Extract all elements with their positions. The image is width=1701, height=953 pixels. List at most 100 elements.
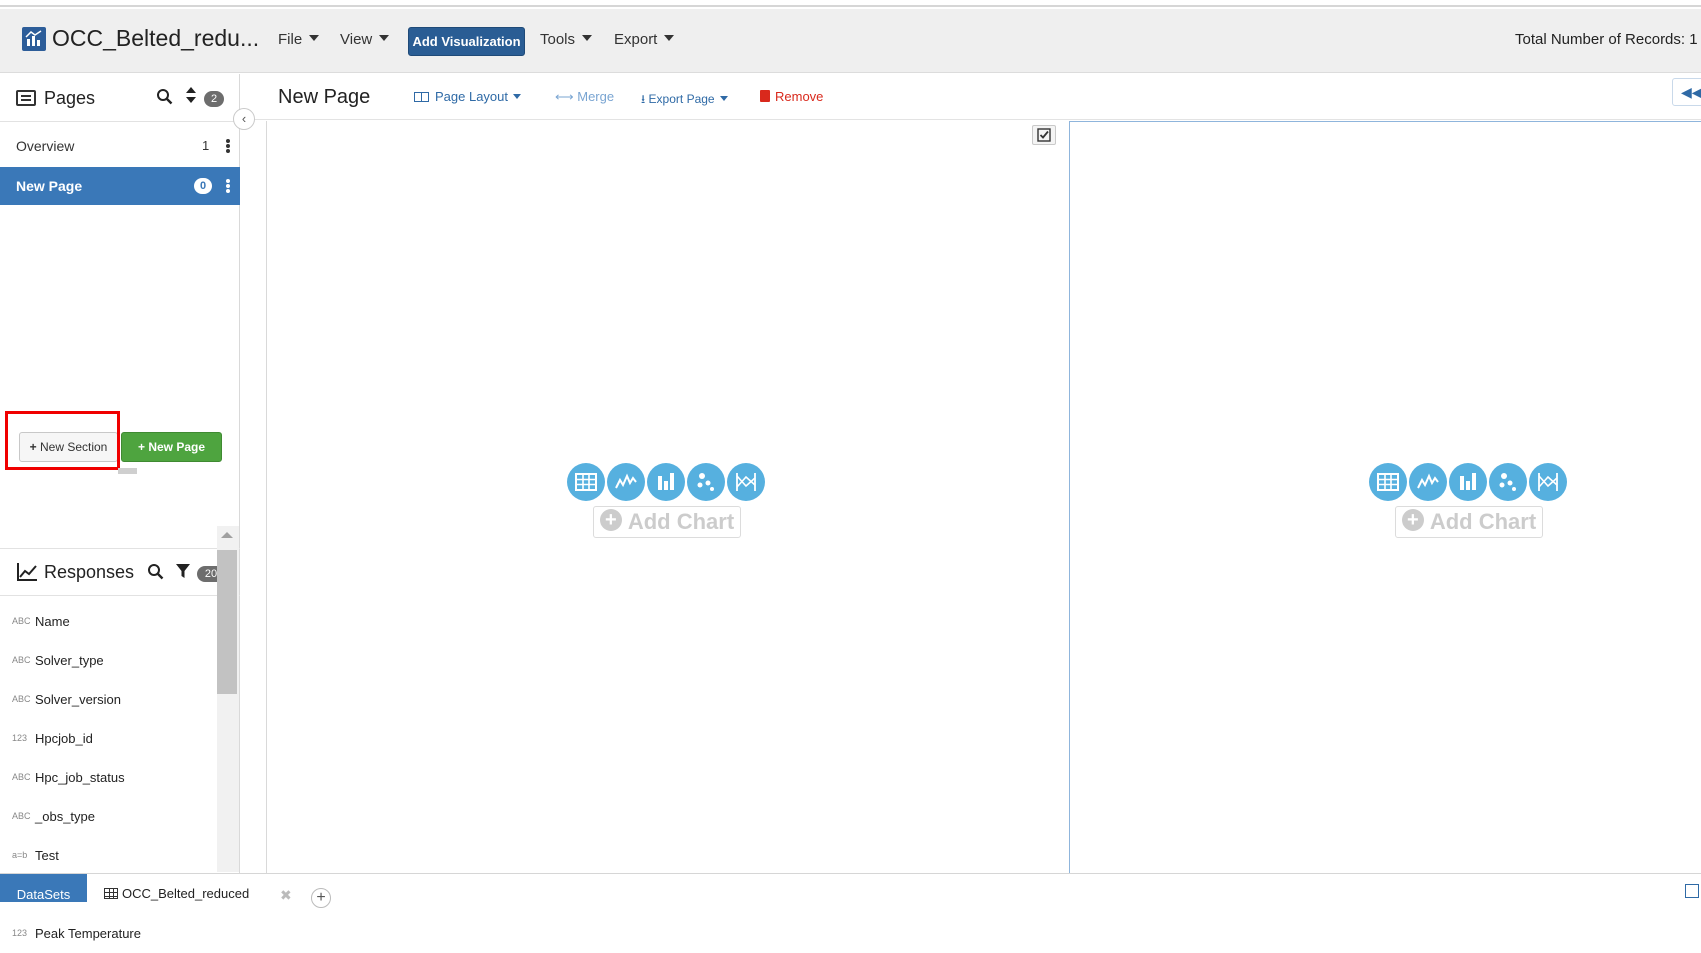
- page-item-new-page[interactable]: New Page 0: [0, 167, 240, 205]
- export-page-button[interactable]: ⭳ Export Page: [641, 90, 728, 111]
- pages-list-icon: [16, 90, 36, 106]
- tools-menu[interactable]: Tools: [540, 31, 593, 48]
- chevron-left-icon: ‹: [241, 111, 247, 126]
- line-chart-icon: [16, 562, 38, 587]
- field-type-label: 123: [12, 928, 28, 938]
- remove-button[interactable]: Remove: [760, 89, 823, 104]
- field-type-label: ABC: [12, 616, 31, 626]
- add-visualization-button[interactable]: Add Visualization: [408, 27, 525, 56]
- pages-count-badge: 2: [204, 91, 224, 107]
- export-page-label: Export Page: [648, 92, 715, 106]
- plus-circle-icon: +: [599, 509, 622, 532]
- pages-panel-title: Pages: [44, 88, 96, 108]
- sort-icon[interactable]: [185, 86, 197, 109]
- bar-chart-icon[interactable]: [647, 463, 685, 501]
- line-chart-icon[interactable]: [1409, 463, 1447, 501]
- search-icon[interactable]: [147, 563, 164, 585]
- more-options-icon[interactable]: [226, 139, 230, 153]
- chart-type-picker: [1369, 463, 1569, 501]
- field-type-label: ABC: [12, 694, 31, 704]
- file-tab-label: OCC_Belted_reduced: [122, 886, 250, 901]
- table-icon[interactable]: [567, 463, 605, 501]
- add-tab-button[interactable]: +: [311, 888, 331, 908]
- scroll-up-arrow-icon[interactable]: [221, 532, 233, 538]
- page-item-label: Overview: [16, 138, 75, 154]
- new-page-label: New Page: [148, 440, 206, 454]
- responses-panel-header: Responses 20: [0, 548, 240, 596]
- image-icon[interactable]: [1685, 884, 1699, 898]
- page-title: New Page: [278, 86, 371, 108]
- scatter-icon[interactable]: [1489, 463, 1527, 501]
- field-name: _obs_type: [35, 809, 95, 824]
- search-icon[interactable]: [156, 88, 173, 110]
- tab-datasets[interactable]: DataSets: [0, 874, 87, 902]
- export-menu-label: Export: [614, 31, 658, 48]
- field-list-scrollbar[interactable]: [217, 526, 239, 872]
- expand-right-panel-button[interactable]: ◀◀: [1672, 78, 1701, 106]
- field-name: Name: [35, 614, 70, 629]
- parallel-coords-icon[interactable]: [727, 463, 765, 501]
- chevron-down-icon: [664, 35, 675, 42]
- file-menu[interactable]: File: [278, 31, 320, 48]
- list-item[interactable]: ABC Solver_type: [0, 641, 215, 680]
- field-type-label: a=b: [12, 850, 28, 860]
- plus-icon: +: [137, 440, 149, 454]
- parallel-coords-icon[interactable]: [1529, 463, 1567, 501]
- page-item-count: 0: [194, 178, 212, 194]
- select-section-checkbox[interactable]: [1032, 125, 1056, 145]
- new-section-button[interactable]: + New Section: [19, 432, 118, 462]
- list-item[interactable]: 123 Peak Temperature: [0, 914, 215, 947]
- field-type-label: 123: [12, 733, 28, 743]
- scrollbar-thumb[interactable]: [217, 550, 237, 694]
- list-item[interactable]: ABC Hpc_job_status: [0, 758, 215, 797]
- list-item[interactable]: ABC _obs_type: [0, 797, 215, 836]
- page-toolbar: New Page Page Layout ⟷ Merge ⭳ Export Pa…: [241, 74, 1701, 120]
- merge-arrows-icon: ⟷: [555, 89, 578, 104]
- more-options-icon[interactable]: [226, 179, 230, 193]
- export-menu[interactable]: Export: [614, 31, 675, 48]
- remove-label: Remove: [775, 89, 824, 104]
- page-layout-button[interactable]: Page Layout: [414, 89, 522, 104]
- new-section-label: New Section: [39, 440, 108, 454]
- merge-button[interactable]: ⟷ Merge: [555, 89, 614, 105]
- add-chart-button[interactable]: + Add Chart: [1395, 506, 1543, 538]
- app-header: OCC_Belted_redu... File View Add Visuali…: [0, 9, 1701, 73]
- page-layout-label: Page Layout: [435, 89, 509, 104]
- scatter-icon[interactable]: [687, 463, 725, 501]
- tools-menu-label: Tools: [540, 31, 576, 48]
- add-chart-button[interactable]: + Add Chart: [593, 506, 741, 538]
- chevron-down-icon: [513, 94, 522, 100]
- field-name: Solver_version: [35, 692, 121, 707]
- field-name: Hpc_job_status: [35, 770, 125, 785]
- page-item-label: New Page: [16, 178, 83, 194]
- double-chevron-left-icon: ◀◀: [1681, 84, 1701, 100]
- page-item-overview[interactable]: Overview 1: [0, 127, 240, 165]
- plus-icon: +: [316, 889, 326, 906]
- app-title: OCC_Belted_redu...: [52, 25, 260, 51]
- filter-icon[interactable]: [176, 563, 190, 584]
- responses-panel-title: Responses: [44, 562, 135, 582]
- field-name: Hpcjob_id: [35, 731, 93, 746]
- app-logo-icon: [22, 27, 46, 51]
- tab-dataset-file[interactable]: OCC_Belted_reduced: [104, 886, 249, 901]
- add-chart-label: Add Chart: [627, 509, 735, 534]
- line-chart-icon[interactable]: [607, 463, 645, 501]
- table-icon[interactable]: [1369, 463, 1407, 501]
- chevron-down-icon: [582, 35, 593, 42]
- list-item[interactable]: a=b Test: [0, 836, 215, 875]
- list-item[interactable]: 123 Hpcjob_id: [0, 719, 215, 758]
- splitter-handle[interactable]: [118, 468, 137, 474]
- list-item[interactable]: ABC Name: [0, 602, 215, 641]
- view-menu[interactable]: View: [340, 31, 390, 48]
- plus-icon: +: [29, 440, 40, 454]
- new-page-button[interactable]: + New Page: [121, 432, 222, 462]
- bar-chart-icon[interactable]: [1449, 463, 1487, 501]
- total-records-label: Total Number of Records: 1: [1515, 31, 1698, 48]
- field-name: Solver_type: [35, 653, 104, 668]
- close-icon[interactable]: ✖: [280, 887, 292, 904]
- collapse-sidebar-button[interactable]: ‹: [233, 108, 255, 130]
- export-icon: ⭳: [641, 92, 649, 106]
- field-type-label: ABC: [12, 811, 31, 821]
- list-item[interactable]: ABC Solver_version: [0, 680, 215, 719]
- chevron-down-icon: [309, 35, 320, 42]
